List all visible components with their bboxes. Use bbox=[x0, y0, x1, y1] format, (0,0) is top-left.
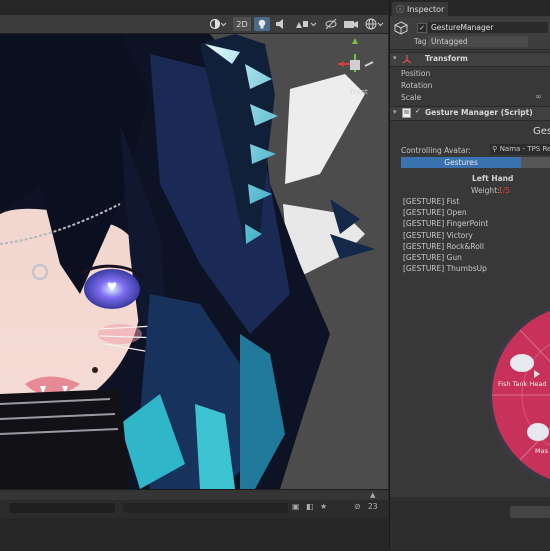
inspector-tab-bar: ⓘ Inspector bbox=[390, 0, 550, 16]
tab-gestures[interactable]: Gestures bbox=[401, 157, 521, 168]
object-name-field[interactable]: GestureManager bbox=[428, 22, 548, 33]
lighting-toggle[interactable] bbox=[254, 17, 270, 31]
cube-icon bbox=[394, 21, 408, 35]
console-log-area[interactable] bbox=[0, 518, 388, 551]
tab-inspector-label: Inspector bbox=[407, 4, 445, 14]
gesture-item[interactable]: [GESTURE] Victory bbox=[403, 231, 473, 240]
bottom-panel: ▲ ▣ ◧ ★ ⊘ 23 bbox=[0, 489, 388, 551]
active-checkbox[interactable]: ✓ bbox=[417, 23, 427, 33]
console-search-row: ▣ ◧ ★ ⊘ 23 bbox=[0, 502, 388, 516]
console-toolbar: ▲ bbox=[0, 490, 388, 500]
rotation-label: Rotation bbox=[401, 81, 433, 90]
hidden-objects-toggle[interactable] bbox=[323, 17, 339, 31]
gesture-manager-title: Gestu bbox=[533, 126, 550, 137]
audio-toggle[interactable] bbox=[273, 17, 289, 31]
eye-slash-counter-icon[interactable]: ⊘ bbox=[354, 502, 361, 511]
weight-label: Weight: bbox=[471, 186, 500, 195]
radial-menu[interactable] bbox=[490, 300, 550, 490]
hidden-count: 23 bbox=[368, 502, 378, 511]
fish-tank-head-icon bbox=[510, 354, 534, 372]
script-icon bbox=[402, 108, 411, 118]
toggle-2d-button[interactable]: 2D bbox=[233, 17, 251, 31]
eye-slash-icon bbox=[325, 18, 337, 30]
footer-button[interactable] bbox=[510, 506, 550, 518]
gesture-item[interactable]: [GESTURE] Gun bbox=[403, 253, 462, 262]
controlling-avatar-field[interactable]: ⚲ Nama - TPS Re bbox=[490, 144, 550, 155]
avatar-value: Nama - TPS Re bbox=[499, 145, 550, 153]
globe-icon bbox=[365, 18, 384, 30]
foldout-arrow-icon: ▾ bbox=[393, 108, 397, 116]
shading-sphere-icon bbox=[209, 18, 227, 30]
weight-value: 1/5 bbox=[498, 186, 511, 195]
radial-item-fish-tank-head[interactable]: Fish Tank Head bbox=[498, 380, 546, 388]
transform-icon bbox=[402, 55, 412, 64]
search-input[interactable] bbox=[10, 503, 115, 513]
tag-dropdown[interactable]: Untagged bbox=[428, 36, 528, 47]
gesture-item[interactable]: [GESTURE] Rock&Roll bbox=[403, 242, 484, 251]
effects-icon bbox=[296, 21, 317, 28]
foldout-arrow-icon: ▾ bbox=[393, 54, 397, 62]
gesture-item[interactable]: [GESTURE] Fist bbox=[403, 197, 459, 206]
gesture-item[interactable]: [GESTURE] FingerPoint bbox=[403, 219, 488, 228]
tab-inspector[interactable]: ⓘ Inspector bbox=[392, 2, 448, 16]
avatar-icon: ⚲ bbox=[492, 145, 498, 153]
scale-label: Scale bbox=[401, 93, 422, 102]
transform-title: Transform bbox=[425, 54, 468, 63]
effects-dropdown[interactable] bbox=[292, 17, 320, 31]
scene-viewport[interactable]: Front bbox=[0, 34, 388, 489]
gizmo-view-label: Front bbox=[350, 88, 368, 96]
scene-tab-strip bbox=[0, 0, 388, 15]
lightbulb-icon bbox=[258, 19, 266, 29]
scene-camera-button[interactable] bbox=[342, 17, 360, 31]
inspector-panel: ⓘ Inspector ✓ GestureManager Tag Untagge… bbox=[389, 0, 550, 550]
mask-icon bbox=[527, 423, 549, 441]
info-icon: ⓘ bbox=[396, 4, 404, 14]
panel-menu-icon[interactable]: ▲ bbox=[370, 491, 375, 499]
gizmos-dropdown[interactable] bbox=[364, 17, 386, 31]
shading-mode-button[interactable] bbox=[207, 17, 229, 31]
script-enabled-checkbox[interactable]: ✓ bbox=[415, 107, 421, 115]
scene-toolbar: 2D bbox=[0, 15, 388, 34]
gesture-item[interactable]: [GESTURE] Open bbox=[403, 208, 467, 217]
script-header[interactable]: ▾ ✓ Gesture Manager (Script) bbox=[390, 106, 550, 121]
inspector-footer bbox=[390, 497, 550, 550]
bookmark-icon[interactable]: ◧ bbox=[306, 502, 314, 511]
transform-header[interactable]: ▾ Transform bbox=[390, 52, 550, 67]
info-icon[interactable]: ▣ bbox=[292, 502, 300, 511]
filter-input[interactable] bbox=[123, 503, 288, 513]
object-header: ✓ GestureManager Tag Untagged bbox=[390, 17, 550, 50]
tag-label: Tag bbox=[414, 37, 427, 46]
tab-other[interactable] bbox=[521, 157, 550, 168]
position-label: Position bbox=[401, 69, 431, 78]
camera-icon bbox=[344, 21, 358, 28]
link-icon[interactable]: ∞ bbox=[535, 92, 542, 101]
controlling-avatar-label: Controlling Avatar: bbox=[401, 146, 471, 155]
star-icon[interactable]: ★ bbox=[320, 502, 327, 511]
speaker-icon bbox=[276, 19, 283, 29]
hand-title: Left Hand bbox=[472, 174, 514, 183]
gesture-item[interactable]: [GESTURE] ThumbsUp bbox=[403, 264, 487, 273]
radial-item-mask[interactable]: Mas bbox=[535, 447, 548, 455]
script-title: Gesture Manager (Script) bbox=[425, 108, 533, 117]
avatar-render bbox=[0, 34, 388, 489]
